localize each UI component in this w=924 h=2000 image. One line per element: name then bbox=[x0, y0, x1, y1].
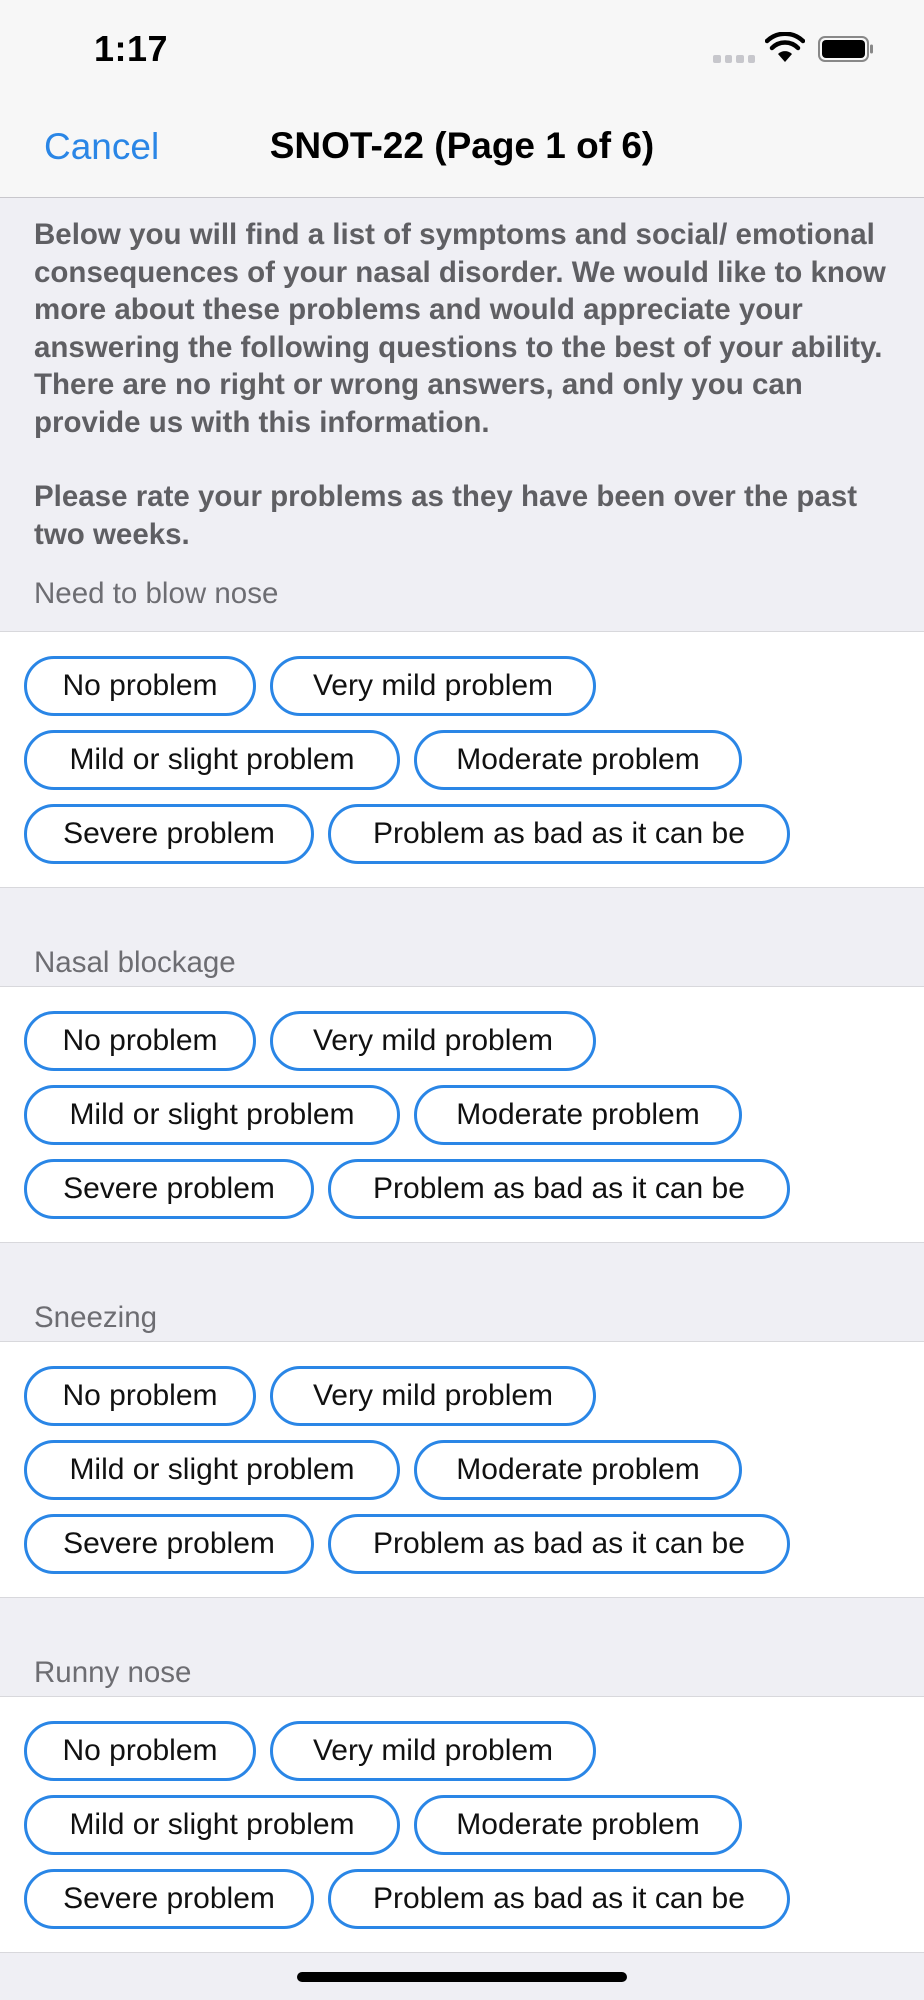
wifi-icon bbox=[765, 32, 805, 62]
question-label: Need to blow nose bbox=[34, 577, 279, 610]
option-severe-problem[interactable]: Severe problem bbox=[24, 1514, 314, 1574]
option-very-mild-problem[interactable]: Very mild problem bbox=[270, 1721, 596, 1781]
home-indicator[interactable] bbox=[297, 1972, 627, 1982]
option-no-problem[interactable]: No problem bbox=[24, 1366, 256, 1426]
cellular-signal-icon bbox=[713, 55, 755, 63]
battery-icon bbox=[818, 36, 873, 62]
answer-options: No problem Very mild problem Mild or sli… bbox=[0, 986, 924, 1243]
status-time: 1:17 bbox=[94, 28, 169, 69]
status-bar: 1:17 bbox=[0, 0, 924, 98]
answer-options: No problem Very mild problem Mild or sli… bbox=[0, 1341, 924, 1598]
option-very-mild-problem[interactable]: Very mild problem bbox=[270, 656, 596, 716]
option-worst-problem[interactable]: Problem as bad as it can be bbox=[328, 804, 790, 864]
option-moderate-problem[interactable]: Moderate problem bbox=[414, 1795, 742, 1855]
page-title: SNOT-22 (Page 1 of 6) bbox=[269, 125, 655, 166]
option-very-mild-problem[interactable]: Very mild problem bbox=[270, 1366, 596, 1426]
question-label: Runny nose bbox=[34, 1656, 192, 1689]
option-worst-problem[interactable]: Problem as bad as it can be bbox=[328, 1869, 790, 1929]
option-moderate-problem[interactable]: Moderate problem bbox=[414, 730, 742, 790]
option-very-mild-problem[interactable]: Very mild problem bbox=[270, 1011, 596, 1071]
option-mild-problem[interactable]: Mild or slight problem bbox=[24, 1085, 400, 1145]
option-worst-problem[interactable]: Problem as bad as it can be bbox=[328, 1514, 790, 1574]
question-label: Nasal blockage bbox=[34, 946, 236, 979]
option-no-problem[interactable]: No problem bbox=[24, 1721, 256, 1781]
option-no-problem[interactable]: No problem bbox=[24, 1011, 256, 1071]
option-mild-problem[interactable]: Mild or slight problem bbox=[24, 1795, 400, 1855]
option-severe-problem[interactable]: Severe problem bbox=[24, 1159, 314, 1219]
option-severe-problem[interactable]: Severe problem bbox=[24, 804, 314, 864]
intro-text: Below you will find a list of symptoms a… bbox=[0, 198, 924, 553]
screen: 1:17 Cancel SNOT-22 (Page 1 of 6) Below … bbox=[0, 0, 924, 2000]
answer-options: No problem Very mild problem Mild or sli… bbox=[0, 631, 924, 888]
survey-content[interactable]: Below you will find a list of symptoms a… bbox=[0, 198, 924, 1953]
option-no-problem[interactable]: No problem bbox=[24, 656, 256, 716]
intro-instruction: Please rate your problems as they have b… bbox=[34, 480, 858, 551]
option-moderate-problem[interactable]: Moderate problem bbox=[414, 1440, 742, 1500]
option-worst-problem[interactable]: Problem as bad as it can be bbox=[328, 1159, 790, 1219]
intro-paragraph: Below you will find a list of symptoms a… bbox=[34, 218, 886, 439]
option-moderate-problem[interactable]: Moderate problem bbox=[414, 1085, 742, 1145]
option-mild-problem[interactable]: Mild or slight problem bbox=[24, 1440, 400, 1500]
question-label: Sneezing bbox=[34, 1301, 158, 1334]
answer-options: No problem Very mild problem Mild or sli… bbox=[0, 1696, 924, 1953]
navigation-bar: Cancel SNOT-22 (Page 1 of 6) bbox=[0, 98, 924, 198]
option-mild-problem[interactable]: Mild or slight problem bbox=[24, 730, 400, 790]
option-severe-problem[interactable]: Severe problem bbox=[24, 1869, 314, 1929]
